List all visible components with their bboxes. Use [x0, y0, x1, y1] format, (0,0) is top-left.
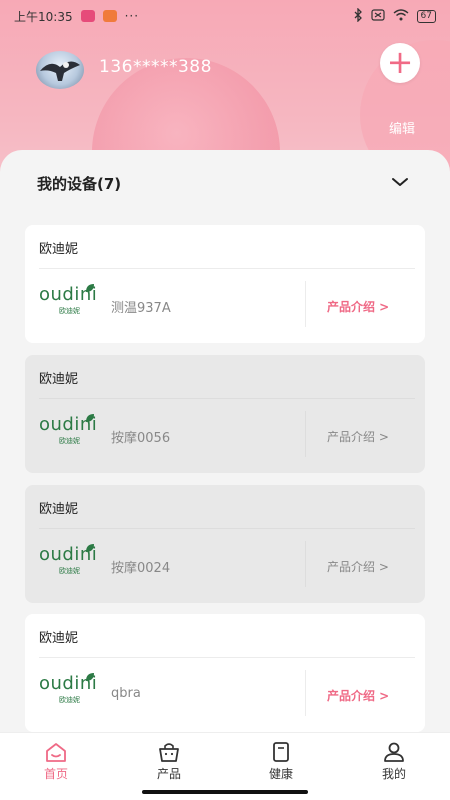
device-panel: 我的设备(7) 欧迪妮 oudini 欧迪妮 测温937A 产品介绍 > 欧迪妮 oudin…: [0, 150, 450, 732]
tab-health-label: 健康: [268, 767, 293, 781]
add-device-button[interactable]: +: [380, 43, 420, 83]
leaf-icon: [86, 284, 94, 292]
brand-logo: oudini 欧迪妮: [39, 673, 97, 704]
divider: [305, 670, 306, 716]
divider: [39, 657, 415, 658]
leaf-icon: [86, 673, 94, 681]
device-brand: 欧迪妮: [39, 502, 79, 517]
my-devices-title: 我的设备(7): [37, 175, 122, 193]
leaf-icon: [86, 414, 94, 422]
product-intro-link[interactable]: 产品介绍 >: [327, 687, 389, 704]
sim-icon: [370, 8, 385, 24]
tab-products-label: 产品: [156, 767, 181, 781]
device-brand: 欧迪妮: [39, 631, 79, 646]
wifi-icon: [393, 8, 409, 24]
product-intro-link[interactable]: 产品介绍 >: [327, 428, 389, 445]
device-name: qbra: [111, 686, 141, 701]
bluetooth-icon: [353, 6, 363, 25]
tab-mine[interactable]: 我的: [349, 733, 439, 789]
divider: [305, 541, 306, 587]
tab-mine-label: 我的: [381, 767, 406, 781]
status-bar: 上午10:35 ··· 67: [0, 0, 450, 32]
divider: [39, 398, 415, 399]
avatar[interactable]: [36, 51, 84, 89]
chevron-down-icon[interactable]: [391, 174, 409, 188]
product-intro-link[interactable]: 产品介绍 >: [327, 298, 389, 315]
device-name: 按摩0024: [111, 561, 171, 576]
user-icon: [382, 741, 406, 763]
device-card[interactable]: 欧迪妮 oudini 欧迪妮 按摩0024 产品介绍 >: [25, 485, 425, 603]
book-icon: [269, 741, 293, 763]
notification-app-icon: [80, 10, 95, 22]
edit-button[interactable]: 编辑: [389, 118, 415, 137]
device-card[interactable]: 欧迪妮 oudini 欧迪妮 测温937A 产品介绍 >: [25, 225, 425, 343]
status-time: 上午10:35: [14, 9, 73, 24]
brand-logo: oudini 欧迪妮: [39, 544, 97, 575]
home-indicator: [142, 790, 308, 794]
device-name: 按摩0056: [111, 431, 171, 446]
divider: [305, 411, 306, 457]
tab-home-label: 首页: [43, 767, 68, 781]
divider: [305, 281, 306, 327]
leaf-icon: [86, 544, 94, 552]
user-phone-number: 136*****388: [99, 57, 212, 77]
brand-logo-sub: 欧迪妮: [59, 307, 80, 315]
device-brand: 欧迪妮: [39, 242, 79, 257]
brand-logo-sub: 欧迪妮: [59, 567, 80, 575]
brand-logo: oudini 欧迪妮: [39, 414, 97, 445]
brand-logo-sub: 欧迪妮: [59, 437, 80, 445]
device-name: 测温937A: [111, 301, 171, 316]
battery-icon: 67: [416, 9, 436, 23]
tab-products[interactable]: 产品: [124, 733, 214, 789]
device-card[interactable]: 欧迪妮 oudini 欧迪妮 qbra 产品介绍 >: [25, 614, 425, 732]
shopping-bag-icon: [157, 741, 181, 763]
brand-logo-sub: 欧迪妮: [59, 696, 80, 704]
home-icon: [44, 741, 68, 763]
product-intro-link[interactable]: 产品介绍 >: [327, 558, 389, 575]
brand-logo: oudini 欧迪妮: [39, 284, 97, 315]
divider: [39, 268, 415, 269]
tab-home[interactable]: 首页: [11, 733, 101, 789]
notification-app-icon: [102, 10, 117, 22]
device-card[interactable]: 欧迪妮 oudini 欧迪妮 按摩0056 产品介绍 >: [25, 355, 425, 473]
divider: [39, 528, 415, 529]
tab-health[interactable]: 健康: [236, 733, 326, 789]
more-notifications: ···: [124, 9, 140, 23]
device-brand: 欧迪妮: [39, 372, 79, 387]
